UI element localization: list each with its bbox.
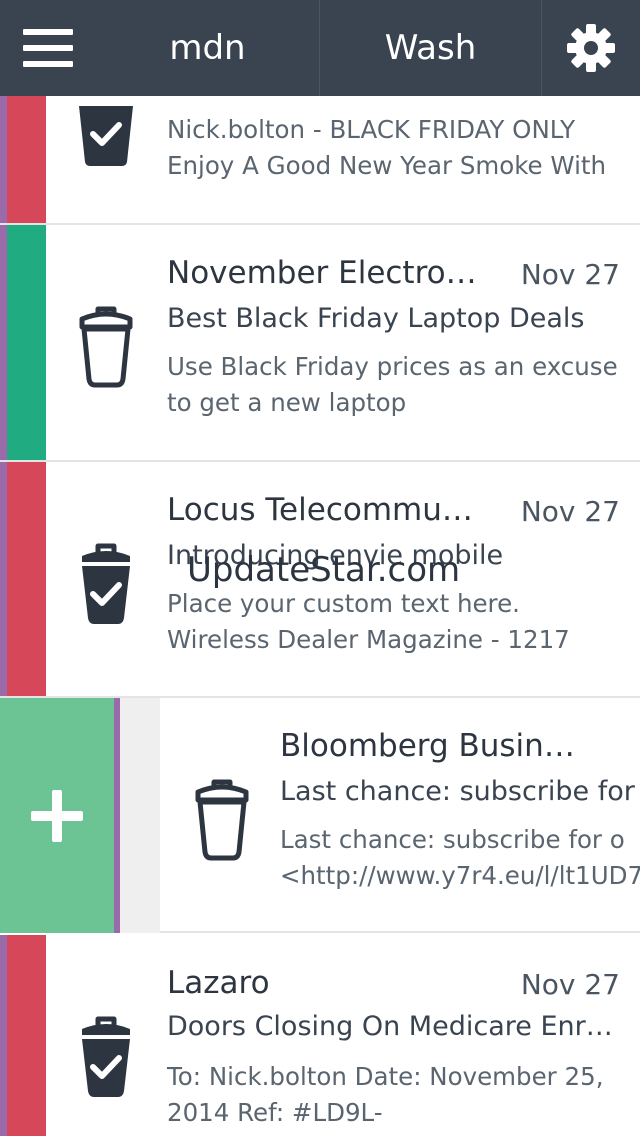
- menu-button[interactable]: [0, 0, 96, 96]
- tab-mdn[interactable]: mdn: [96, 0, 320, 96]
- email-row-swiped[interactable]: Bloomberg Busin… Last chance: subscribe …: [160, 698, 640, 933]
- tab-wash[interactable]: Wash: [320, 0, 542, 96]
- email-subject: Last chance: subscribe for: [280, 776, 635, 807]
- email-preview: Place your custom text here. Wireless De…: [167, 589, 570, 654]
- email-preview-line: Last chance: subscribe for o: [280, 825, 625, 854]
- label-stripe-red: [7, 935, 46, 1136]
- label-stripe-red: [7, 462, 46, 696]
- account-stripe: [0, 462, 7, 696]
- email-preview: Nick.bolton - BLACK FRIDAY ONLY Enjoy A …: [167, 115, 607, 180]
- email-row[interactable]: Nick.bolton - BLACK FRIDAY ONLY Enjoy A …: [0, 96, 640, 225]
- email-sender: Locus Telecommu…: [167, 492, 473, 528]
- email-subject: Best Black Friday Laptop Deals: [167, 303, 585, 334]
- label-stripe-red: [7, 96, 46, 223]
- email-sender: November Electro…: [167, 255, 477, 291]
- checked-trash-icon[interactable]: [74, 96, 138, 168]
- account-stripe: [0, 96, 7, 223]
- email-row[interactable]: Lazaro Nov 27 Doors Closing On Medicare …: [0, 935, 640, 1136]
- empty-trash-icon[interactable]: [74, 305, 138, 389]
- email-sender: Lazaro: [167, 965, 270, 1001]
- email-date: Nov 27: [520, 495, 620, 528]
- empty-trash-icon[interactable]: [190, 778, 254, 862]
- label-stripe-green: [7, 225, 46, 460]
- account-stripe: [0, 935, 7, 1136]
- email-row[interactable]: Locus Telecommu… Nov 27 Introducing envi…: [0, 462, 640, 698]
- email-subject: Doors Closing On Medicare Enr…: [167, 1011, 613, 1042]
- email-preview: Use Black Friday prices as an excuse to …: [167, 352, 618, 417]
- email-subject: Introducing envie mobile: [167, 540, 504, 571]
- gear-icon: [567, 24, 615, 72]
- hamburger-menu-icon: [23, 29, 73, 67]
- account-stripe: [0, 225, 7, 460]
- checked-trash-icon[interactable]: [74, 1015, 138, 1099]
- email-date: Nov 27: [520, 968, 620, 1001]
- email-date: Nov 27: [520, 258, 620, 291]
- email-preview: To: Nick.bolton Date: November 25, 2014 …: [167, 1062, 604, 1127]
- email-row[interactable]: November Electro… Nov 27 Best Black Frid…: [0, 225, 640, 462]
- plus-icon: [31, 789, 83, 842]
- add-action-button[interactable]: [0, 698, 114, 933]
- top-navigation-bar: mdn Wash: [0, 0, 640, 96]
- checked-trash-icon[interactable]: [74, 542, 138, 626]
- email-preview-line: <http://www.y7r4.eu/l/lt1UD7: [280, 861, 640, 890]
- settings-button[interactable]: [542, 0, 640, 96]
- email-preview: Last chance: subscribe for o <http://www…: [280, 822, 640, 894]
- email-sender: Bloomberg Busin…: [280, 728, 575, 764]
- swipe-gap: [120, 698, 160, 933]
